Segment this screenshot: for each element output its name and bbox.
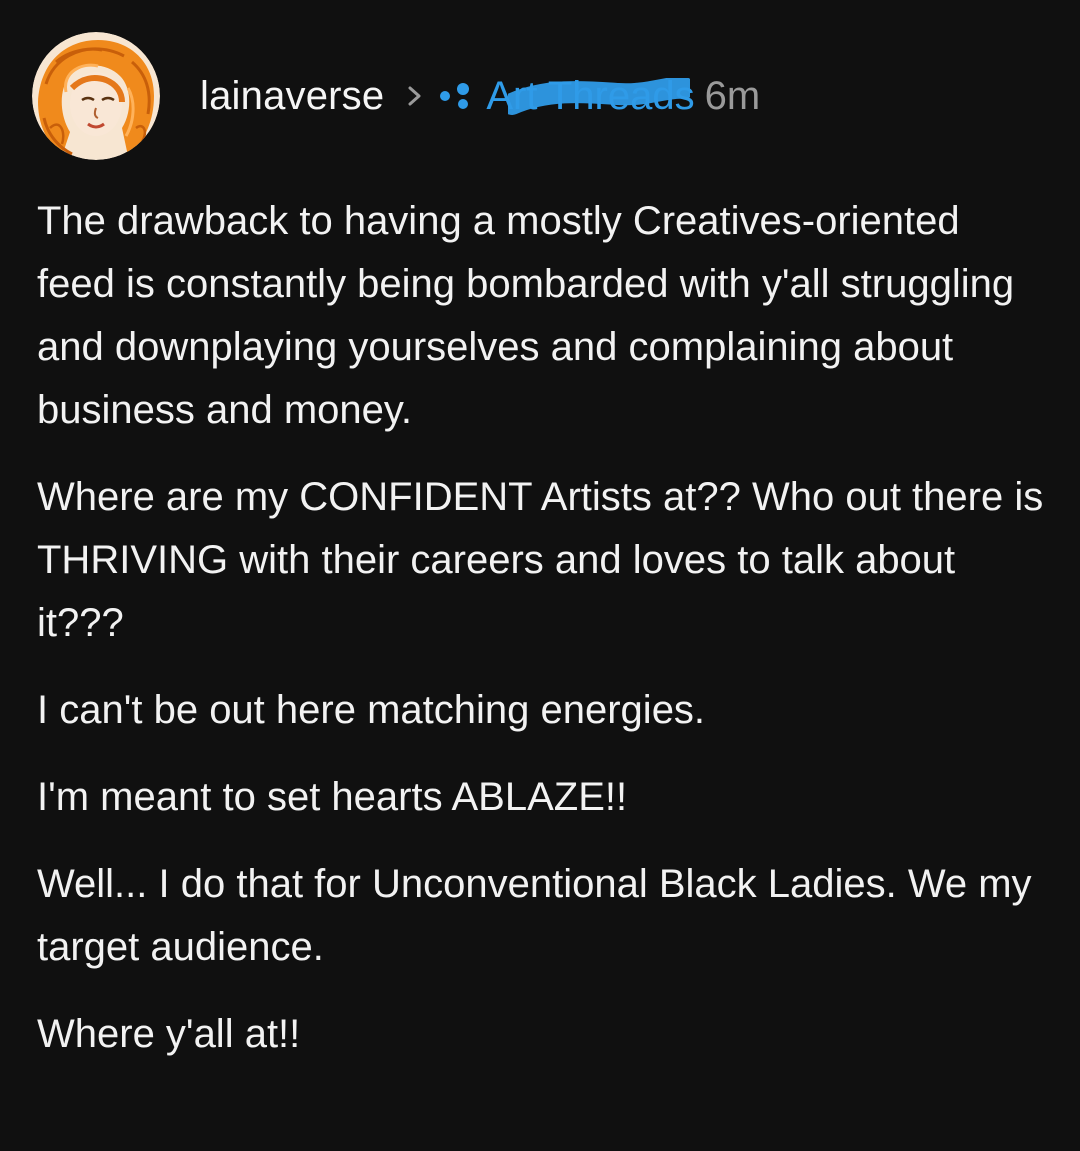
post-body: The drawback to having a mostly Creative… <box>37 190 1047 1090</box>
chevron-right-icon <box>408 86 421 106</box>
post-paragraph: I'm meant to set hearts ABLAZE!! <box>37 775 628 819</box>
post-paragraph: I can't be out here matching energies. <box>37 688 706 732</box>
post-timestamp: 6m <box>704 74 761 118</box>
post-paragraph: Where are my CONFIDENT Artists at?? Who … <box>37 475 1044 645</box>
avatar[interactable] <box>32 32 160 160</box>
community-dots-icon <box>440 83 470 109</box>
avatar-illustration <box>32 32 160 160</box>
post-header: lainaverse Art Threads 6m <box>32 32 760 160</box>
post-paragraph: Where y'all at!! <box>37 1012 301 1056</box>
author-name[interactable]: lainaverse <box>200 76 384 116</box>
post: lainaverse Art Threads 6m The drawback t… <box>0 0 1080 1151</box>
post-paragraph: Well... I do that for Unconventional Bla… <box>37 862 1032 969</box>
community-link[interactable]: Art Threads <box>438 74 695 118</box>
community-name: Art Threads <box>486 74 695 118</box>
post-paragraph: The drawback to having a mostly Creative… <box>37 199 1015 432</box>
post-meta: lainaverse Art Threads 6m <box>200 76 760 116</box>
